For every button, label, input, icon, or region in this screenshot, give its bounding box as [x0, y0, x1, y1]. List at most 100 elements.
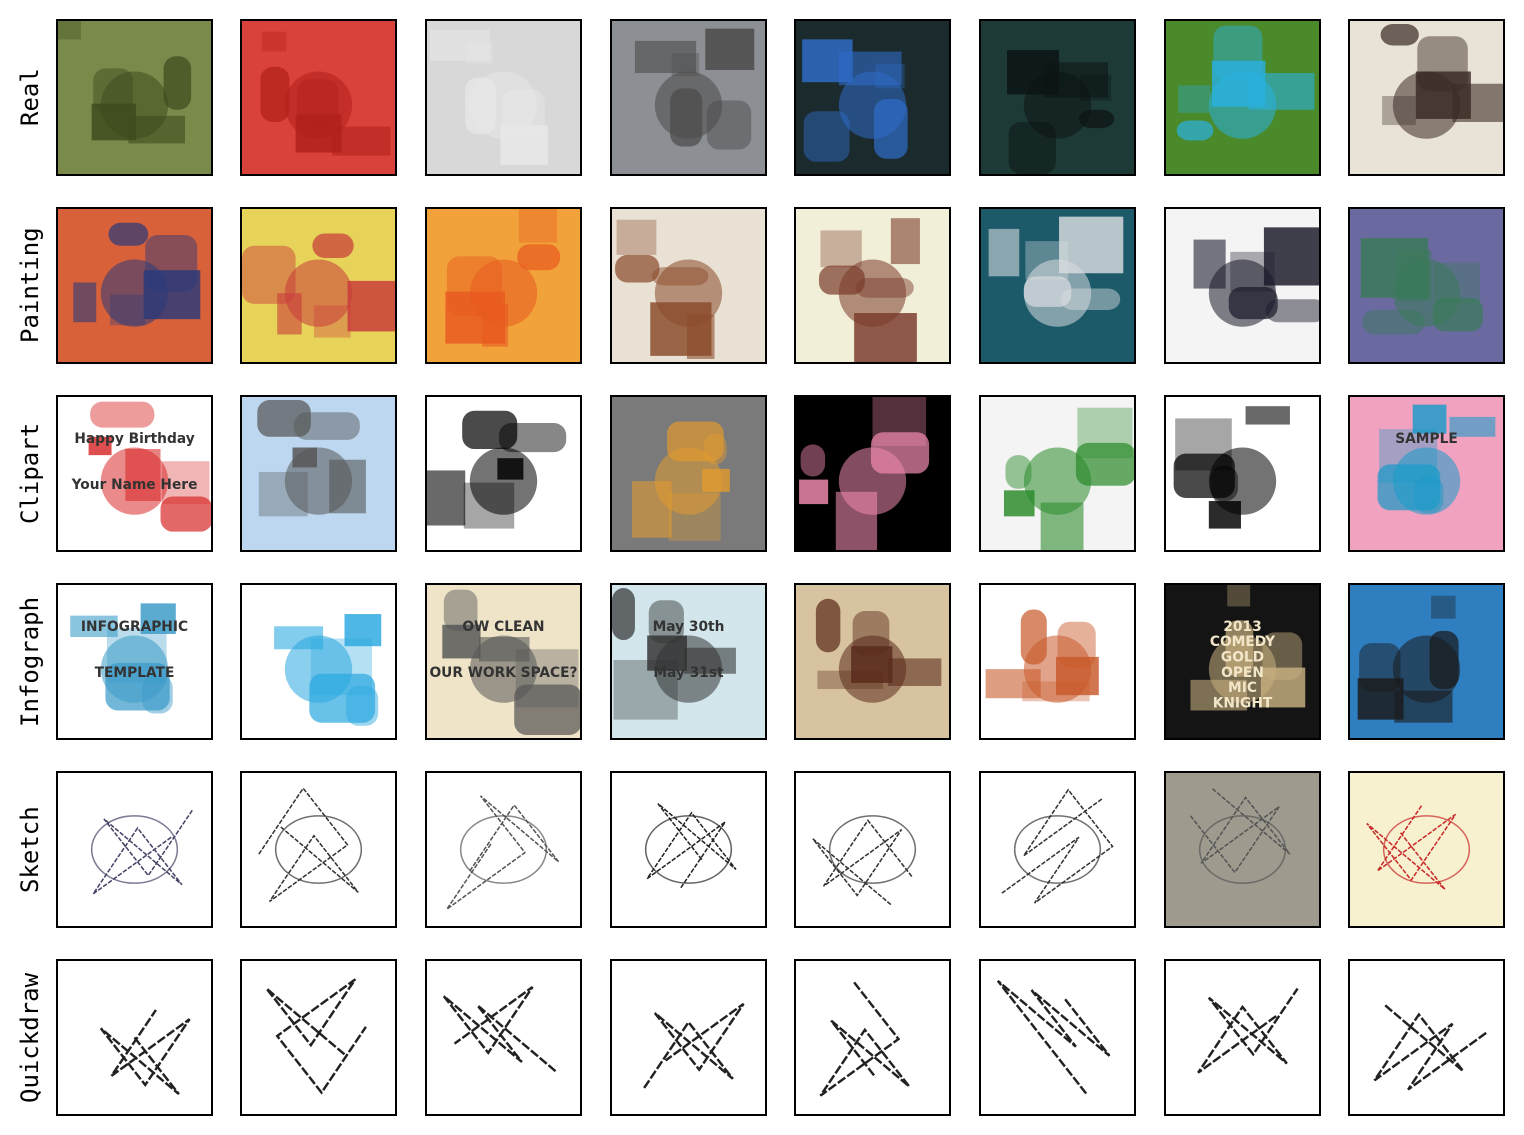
thumbnail-text: TEMPLATE [95, 665, 175, 681]
thumbnail-text: OUR WORK SPACE? [429, 665, 577, 681]
thumbnail-image [981, 961, 1134, 1114]
thumbnail-text: KNIGHT [1213, 695, 1273, 711]
thumbnail-image [796, 585, 949, 738]
thumbnail-clipart-6 [979, 395, 1136, 552]
row-label-sketch: Sketch [16, 806, 44, 893]
row-label-infograph: Infograph [16, 596, 44, 727]
thumbnail-text: OPEN [1221, 665, 1264, 681]
thumbnail-image [242, 585, 395, 738]
thumbnail-text: Happy Birthday [74, 431, 194, 447]
row-label-clipart: Clipart [16, 422, 44, 525]
thumbnail-painting-2 [240, 207, 397, 364]
thumbnail-image [427, 21, 580, 174]
row-label-real: Real [16, 68, 44, 127]
thumbnail-real-1 [56, 19, 213, 176]
thumbnail-image [796, 773, 949, 926]
thumbnail-image [1350, 773, 1503, 926]
thumbnail-real-2 [240, 19, 397, 176]
thumbnail-image [796, 21, 949, 174]
thumbnail-image [612, 773, 765, 926]
thumbnail-image [58, 21, 211, 174]
thumbnail-image [1350, 585, 1503, 738]
thumbnail-quickdraw-4 [610, 959, 767, 1116]
row-label-painting: Painting [16, 227, 44, 344]
thumbnail-image [242, 961, 395, 1114]
thumbnail-real-3 [425, 19, 582, 176]
thumbnail-image: OW CLEAN OUR WORK SPACE? [427, 585, 580, 738]
thumbnail-infograph-6 [979, 583, 1136, 740]
thumbnail-image: INFOGRAPHIC TEMPLATE [58, 585, 211, 738]
thumbnail-quickdraw-1 [56, 959, 213, 1116]
thumbnail-quickdraw-2 [240, 959, 397, 1116]
thumbnail-image [981, 585, 1134, 738]
thumbnail-image [612, 209, 765, 362]
thumbnail-real-7 [1164, 19, 1321, 176]
thumbnail-sketch-8 [1348, 771, 1505, 928]
thumbnail-painting-1 [56, 207, 213, 364]
thumbnail-image [796, 397, 949, 550]
thumbnail-image [612, 961, 765, 1114]
thumbnail-painting-5 [794, 207, 951, 364]
thumbnail-clipart-5 [794, 395, 951, 552]
thumbnail-quickdraw-6 [979, 959, 1136, 1116]
thumbnail-image [981, 21, 1134, 174]
thumbnail-text: INFOGRAPHIC [81, 619, 188, 635]
thumbnail-text: MIC [1228, 680, 1257, 696]
thumbnail-image [1166, 397, 1319, 550]
thumbnail-image [1350, 21, 1503, 174]
thumbnail-painting-3 [425, 207, 582, 364]
thumbnail-image [1350, 209, 1503, 362]
thumbnail-real-5 [794, 19, 951, 176]
thumbnail-sketch-1 [56, 771, 213, 928]
thumbnail-image [242, 397, 395, 550]
thumbnail-image [796, 209, 949, 362]
thumbnail-image [981, 773, 1134, 926]
thumbnail-image [1166, 773, 1319, 926]
thumbnail-clipart-3 [425, 395, 582, 552]
thumbnail-image [1166, 961, 1319, 1114]
thumbnail-painting-4 [610, 207, 767, 364]
thumbnail-image [1350, 961, 1503, 1114]
thumbnail-painting-7 [1164, 207, 1321, 364]
thumbnail-sketch-7 [1164, 771, 1321, 928]
thumbnail-image [427, 397, 580, 550]
thumbnail-image: Happy Birthday Your Name Here [58, 397, 211, 550]
thumbnail-image [796, 961, 949, 1114]
thumbnail-image [242, 209, 395, 362]
thumbnail-sketch-4 [610, 771, 767, 928]
image-grid: Real Painting Clipart Happy Birthday Your Na… [0, 0, 1524, 1135]
thumbnail-image: 2013COMEDYGOLDOPENMICKNIGHT [1166, 585, 1319, 738]
thumbnail-image [981, 209, 1134, 362]
thumbnail-infograph-7: 2013 COMEDY GOLD OPEN MIC KNIGHT [1164, 583, 1321, 740]
thumbnail-real-4 [610, 19, 767, 176]
thumbnail-clipart-4 [610, 395, 767, 552]
thumbnail-infograph-8 [1348, 583, 1505, 740]
row-label-quickdraw: Quickdraw [16, 972, 44, 1103]
thumbnail-clipart-2 [240, 395, 397, 552]
thumbnail-text: SAMPLE [1395, 431, 1458, 447]
thumbnail-image [427, 209, 580, 362]
thumbnail-image [58, 209, 211, 362]
thumbnail-infograph-2 [240, 583, 397, 740]
thumbnail-image [612, 397, 765, 550]
thumbnail-text: May 30th [653, 619, 725, 635]
thumbnail-text: May 31st [653, 665, 724, 681]
thumbnail-quickdraw-5 [794, 959, 951, 1116]
thumbnail-infograph-3: OW CLEAN OUR WORK SPACE? [425, 583, 582, 740]
thumbnail-text: COMEDY [1210, 634, 1276, 650]
thumbnail-quickdraw-8 [1348, 959, 1505, 1116]
thumbnail-image [58, 961, 211, 1114]
thumbnail-image [427, 961, 580, 1114]
thumbnail-sketch-2 [240, 771, 397, 928]
thumbnail-text: OW CLEAN [462, 619, 544, 635]
thumbnail-image [242, 21, 395, 174]
thumbnail-text: GOLD [1221, 650, 1264, 666]
thumbnail-real-6 [979, 19, 1136, 176]
thumbnail-sketch-5 [794, 771, 951, 928]
thumbnail-painting-8 [1348, 207, 1505, 364]
thumbnail-infograph-1: INFOGRAPHIC TEMPLATE [56, 583, 213, 740]
thumbnail-image [242, 773, 395, 926]
thumbnail-text: Your Name Here [71, 477, 198, 493]
thumbnail-clipart-8: SAMPLE [1348, 395, 1505, 552]
thumbnail-image [981, 397, 1134, 550]
